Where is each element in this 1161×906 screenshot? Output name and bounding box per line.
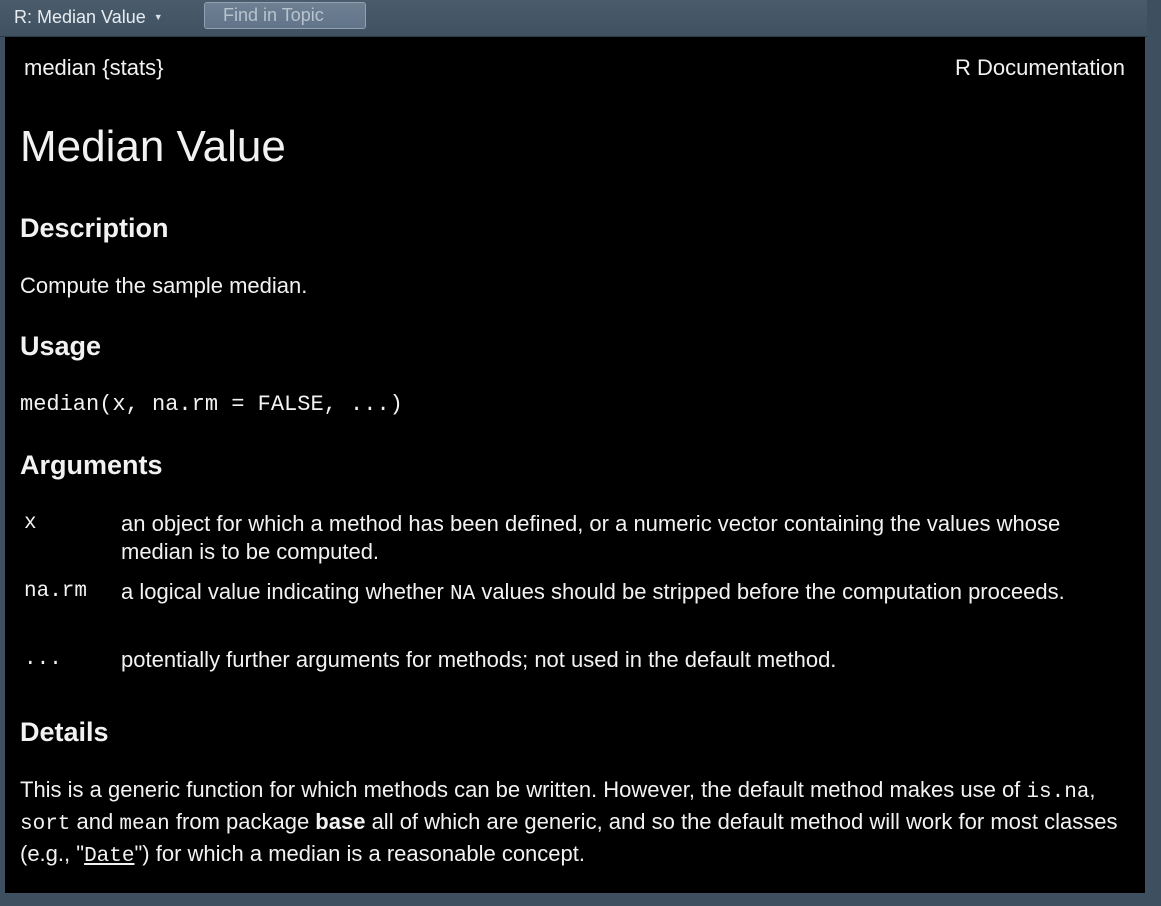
inline-code: sort	[20, 813, 71, 836]
argument-name: x	[24, 512, 37, 535]
details-text: This is a generic function for which met…	[20, 775, 1128, 871]
date-link[interactable]: Date	[84, 845, 134, 868]
help-document: median {stats} R Documentation Median Va…	[5, 37, 1145, 893]
help-pane: R: Median Value ▼ median {stats} R Docume…	[0, 0, 1161, 906]
doc-header: median {stats} R Documentation	[24, 56, 1125, 80]
topic-dropdown[interactable]: R: Median Value ▼	[14, 5, 163, 29]
argument-description: a logical value indicating whether NA va…	[121, 578, 1111, 609]
argument-desc-text: a logical value indicating whether	[121, 579, 450, 604]
doc-header-source: R Documentation	[955, 55, 1125, 80]
argument-name: ...	[24, 648, 62, 671]
details-fragment: ,	[1089, 777, 1096, 802]
section-heading-details: Details	[20, 717, 109, 747]
topic-title: R: Median Value	[14, 7, 146, 27]
details-fragment: and	[70, 809, 120, 834]
help-toolbar: R: Median Value ▼	[0, 0, 1147, 37]
section-heading-arguments: Arguments	[20, 450, 163, 480]
page-title: Median Value	[20, 122, 286, 171]
inline-code: is.na	[1026, 781, 1090, 804]
argument-description: an object for which a method has been de…	[121, 511, 1061, 564]
package-name: base	[315, 809, 366, 834]
details-fragment: ") for which a median is a reasonable co…	[134, 841, 585, 866]
section-heading-description: Description	[20, 213, 169, 243]
chevron-down-icon: ▼	[153, 12, 163, 22]
details-fragment: This is a generic function for which met…	[20, 777, 1027, 802]
usage-code: median(x, na.rm = FALSE, ...)	[20, 392, 403, 417]
argument-description: potentially further arguments for method…	[121, 647, 837, 672]
section-heading-usage: Usage	[20, 331, 102, 361]
inline-code: mean	[119, 813, 170, 836]
details-fragment: from package	[169, 809, 316, 834]
doc-header-package: median {stats}	[24, 55, 164, 80]
inline-code: NA	[449, 583, 476, 606]
argument-name: na.rm	[24, 580, 88, 603]
description-text: Compute the sample median.	[20, 273, 308, 298]
find-in-topic-input[interactable]	[204, 2, 366, 29]
argument-desc-text: values should be stripped before the com…	[475, 579, 1065, 604]
